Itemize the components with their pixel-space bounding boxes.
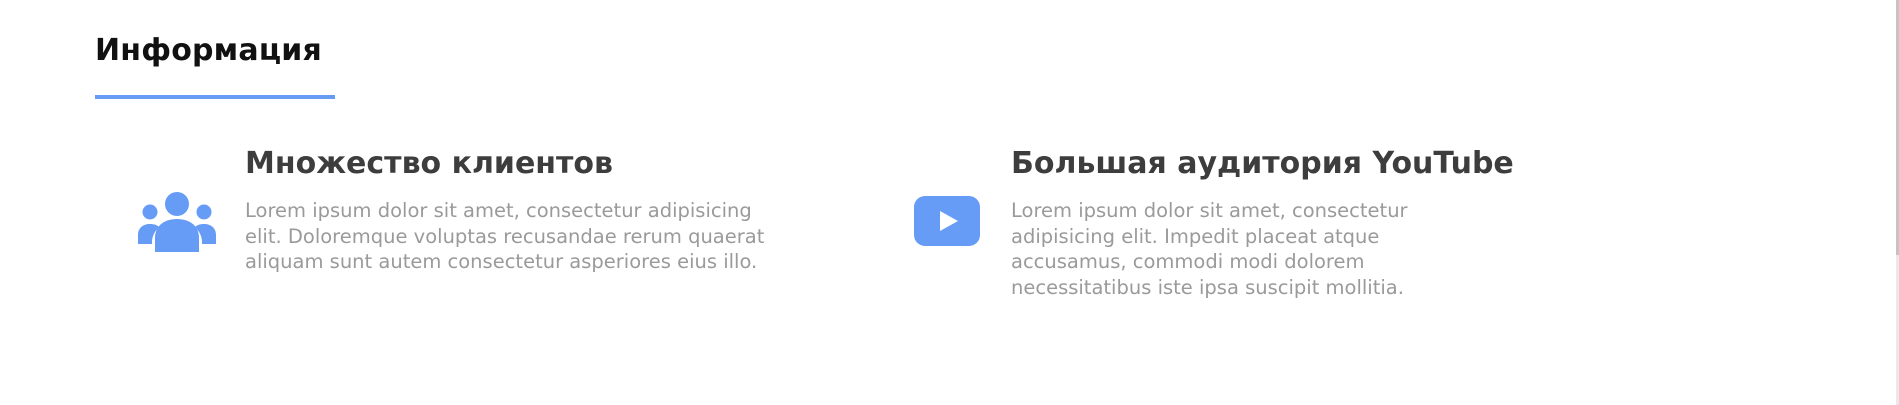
title-underline — [95, 95, 335, 99]
feature-clients: Множество клиентов Lorem ipsum dolor sit… — [120, 140, 770, 310]
feature-description: Lorem ipsum dolor sit amet, consectetur … — [245, 199, 765, 273]
feature-description: Lorem ipsum dolor sit amet, consectetur … — [1011, 199, 1408, 299]
feature-youtube-audience: Большая аудитория YouTube Lorem ipsum do… — [900, 140, 1560, 310]
feature-heading: Большая аудитория YouTube — [1011, 146, 1514, 181]
section-title: Информация — [95, 33, 322, 68]
info-section: Информация Множество клиентов Lorem ipsu… — [0, 0, 1899, 405]
users-icon — [138, 190, 216, 252]
feature-heading: Множество клиентов — [245, 146, 614, 181]
youtube-play-icon — [914, 196, 980, 246]
